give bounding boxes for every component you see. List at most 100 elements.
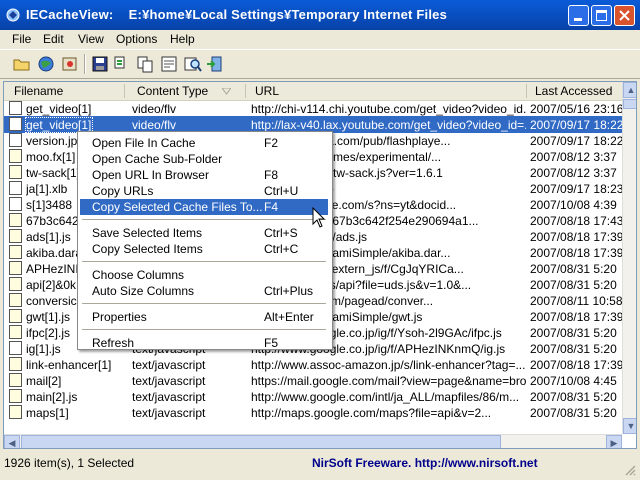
cell-last-accessed: 2007/08/31 5:20 <box>530 406 617 420</box>
menu-item-shortcut: Alt+Enter <box>264 310 314 324</box>
scroll-down-button[interactable]: ▼ <box>623 418 636 434</box>
menu-options[interactable]: Options <box>116 32 157 46</box>
menu-item-shortcut: F5 <box>264 336 279 350</box>
column-content-type[interactable]: Content Type <box>137 84 208 98</box>
context-menu-item[interactable]: Properties Alt+Enter <box>80 309 328 325</box>
column-url[interactable]: URL <box>255 84 279 98</box>
scroll-left-button[interactable]: ◀ <box>4 435 20 448</box>
refresh-cache-icon[interactable] <box>61 55 79 73</box>
status-credit-link[interactable]: NirSoft Freeware. http://www.nirsoft.net <box>312 456 538 470</box>
properties-icon[interactable] <box>160 55 178 73</box>
menu-item-label: Open File In Cache <box>92 136 196 150</box>
menu-help[interactable]: Help <box>170 32 195 46</box>
folder-open-icon[interactable] <box>13 55 31 73</box>
menu-item-shortcut: F8 <box>264 168 279 182</box>
cell-last-accessed: 2007/08/18 17:39 <box>530 246 624 260</box>
globe-icon[interactable] <box>37 55 55 73</box>
cell-url: http://www.google.com/intl/ja_ALL/mapfil… <box>251 390 520 404</box>
cell-last-accessed: 2007/08/18 17:39 <box>530 230 624 244</box>
menu-item-label: Properties <box>92 310 147 324</box>
context-menu-item[interactable]: Open URL In Browser F8 <box>80 167 328 183</box>
vertical-scrollbar[interactable]: ▲ ▼ <box>622 82 636 434</box>
table-row[interactable]: main[2].js text/javascript http://www.goog… <box>4 388 624 405</box>
save-icon[interactable] <box>91 55 109 73</box>
menu-edit[interactable]: Edit <box>43 32 64 46</box>
app-window: IECacheView: E:¥home¥Local Settings¥Temp… <box>0 0 640 480</box>
menu-item-label: Copy Selected Items <box>92 242 203 256</box>
menu-item-shortcut: Ctrl+C <box>264 242 299 256</box>
context-menu-item[interactable]: Choose Columns <box>80 267 328 283</box>
table-row[interactable]: link-enhancer[1] text/javascript http://ww… <box>4 356 624 373</box>
script-file-icon <box>9 293 22 307</box>
script-file-icon <box>9 357 22 371</box>
cell-filename: main[2].js <box>26 390 78 404</box>
status-item-count: 1926 item(s), 1 Selected <box>4 456 135 470</box>
vertical-scroll-thumb[interactable] <box>623 99 636 109</box>
cell-filename: mail[2] <box>26 374 62 388</box>
column-divider <box>245 84 246 98</box>
table-row[interactable]: get_video[1] video/flv http://chi-v114.chi… <box>4 100 624 117</box>
cell-last-accessed: 2007/10/08 4:45 <box>530 374 617 388</box>
menu-separator <box>82 329 326 330</box>
context-menu-item[interactable]: Open File In Cache F2 <box>80 135 328 151</box>
scroll-right-button[interactable]: ▶ <box>606 435 622 448</box>
file-icon <box>9 101 22 115</box>
cell-last-accessed: 2007/08/31 5:20 <box>530 326 617 340</box>
toolbar <box>0 49 640 79</box>
cell-last-accessed: 2007/08/12 3:37 <box>530 150 617 164</box>
script-file-icon <box>9 373 22 387</box>
menu-item-label: Save Selected Items <box>92 226 203 240</box>
table-row[interactable]: maps[1] text/javascript http://maps.google… <box>4 404 624 421</box>
table-row[interactable]: mail[2] text/javascript https://mail.googl… <box>4 372 624 389</box>
file-icon <box>9 181 22 195</box>
column-last-accessed[interactable]: Last Accessed <box>535 84 612 98</box>
menu-item-shortcut: F4 <box>264 200 279 214</box>
exit-icon[interactable] <box>206 55 224 73</box>
script-file-icon <box>9 325 22 339</box>
cell-last-accessed: 2007/08/31 5:20 <box>530 342 617 356</box>
horizontal-scrollbar[interactable]: ◀ ▶ <box>4 434 622 448</box>
column-divider <box>124 84 125 98</box>
copy-files-icon[interactable] <box>136 55 154 73</box>
cell-last-accessed: 2007/10/08 4:39 <box>530 198 617 212</box>
title-bar[interactable]: IECacheView: E:¥home¥Local Settings¥Temp… <box>0 0 640 30</box>
context-menu-item[interactable]: Copy Selected Cache Files To... F4 <box>80 199 328 215</box>
cell-content-type: text/javascript <box>132 358 206 372</box>
menu-item-label: Copy Selected Cache Files To... <box>92 200 263 214</box>
menu-item-shortcut: Ctrl+S <box>264 226 298 240</box>
scroll-up-button[interactable]: ▲ <box>623 82 636 98</box>
script-file-icon <box>9 261 22 275</box>
status-bar: 1926 item(s), 1 Selected NirSoft Freewar… <box>0 452 640 480</box>
script-file-icon <box>9 405 22 419</box>
context-menu-item[interactable]: Auto Size Columns Ctrl+Plus <box>80 283 328 299</box>
minimize-icon <box>574 18 582 21</box>
find-icon[interactable] <box>184 55 202 73</box>
file-icon <box>9 133 22 147</box>
mouse-cursor-icon <box>312 207 326 228</box>
copy-icon[interactable] <box>113 55 131 73</box>
context-menu-item[interactable]: Save Selected Items Ctrl+S <box>80 225 328 241</box>
script-file-icon <box>9 245 22 259</box>
menu-item-label: Copy URLs <box>92 184 154 198</box>
menu-view[interactable]: View <box>78 32 104 46</box>
menu-item-label: Open Cache Sub-Folder <box>92 152 223 166</box>
minimize-button[interactable] <box>568 5 589 26</box>
context-menu-item[interactable]: Open Cache Sub-Folder <box>80 151 328 167</box>
cell-last-accessed: 2007/08/31 5:20 <box>530 278 617 292</box>
menu-item-label: Choose Columns <box>92 268 185 282</box>
app-icon <box>6 8 20 22</box>
context-menu-item[interactable]: Refresh F5 <box>80 335 328 351</box>
menu-file[interactable]: File <box>12 32 31 46</box>
maximize-icon <box>596 10 607 21</box>
menu-separator <box>82 303 326 304</box>
horizontal-scroll-thumb[interactable] <box>21 435 501 448</box>
context-menu-item[interactable]: Copy Selected Items Ctrl+C <box>80 241 328 257</box>
maximize-button[interactable] <box>591 5 612 26</box>
cell-content-type: video/flv <box>132 118 177 132</box>
context-menu-item[interactable]: Copy URLs Ctrl+U <box>80 183 328 199</box>
script-file-icon <box>9 213 22 227</box>
close-button[interactable] <box>614 5 635 26</box>
column-filename[interactable]: Filename <box>14 84 63 98</box>
resize-grip-icon[interactable] <box>624 464 636 476</box>
window-title: IECacheView: E:¥home¥Local Settings¥Temp… <box>26 7 448 22</box>
